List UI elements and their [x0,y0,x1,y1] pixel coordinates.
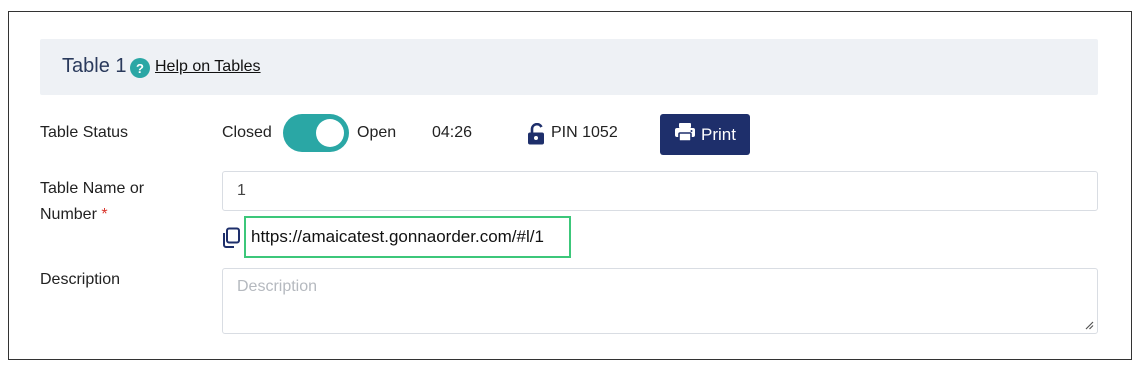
status-toggle[interactable] [283,114,349,152]
help-icon[interactable]: ? [130,58,150,78]
table-name-label: Table Name or Number * [40,176,190,228]
page-title: Table 1 [62,55,127,77]
description-placeholder: Description [237,278,318,295]
table-status-row: Table Status Closed Open 04:26 PIN 1052 [9,114,1131,155]
toggle-knob [316,119,344,147]
printer-icon [674,122,696,147]
print-label: Print [701,124,736,144]
pin-text: PIN 1052 [551,124,618,141]
required-asterisk: * [101,206,108,223]
table-name-label-text: Table Name or Number [40,180,145,223]
panel-header: Table 1 ? Help on Tables [40,39,1098,95]
lock-open-icon [527,122,547,145]
description-textarea[interactable]: Description [222,268,1098,334]
open-label: Open [357,124,397,141]
resize-grip-icon[interactable] [1085,321,1094,330]
copy-icon[interactable] [221,227,241,249]
table-url[interactable]: https://amaicatest.gonnaorder.com/#l/1 [244,216,571,258]
timer: 04:26 [432,124,473,141]
table-name-input[interactable]: 1 [222,171,1098,211]
print-button[interactable]: Print [660,114,750,155]
description-label: Description [40,271,121,288]
help-link[interactable]: Help on Tables [155,58,261,76]
table-settings-panel: Table 1 ? Help on Tables Table Status Cl… [8,11,1132,360]
closed-label: Closed [222,124,272,141]
table-status-label: Table Status [40,124,129,141]
